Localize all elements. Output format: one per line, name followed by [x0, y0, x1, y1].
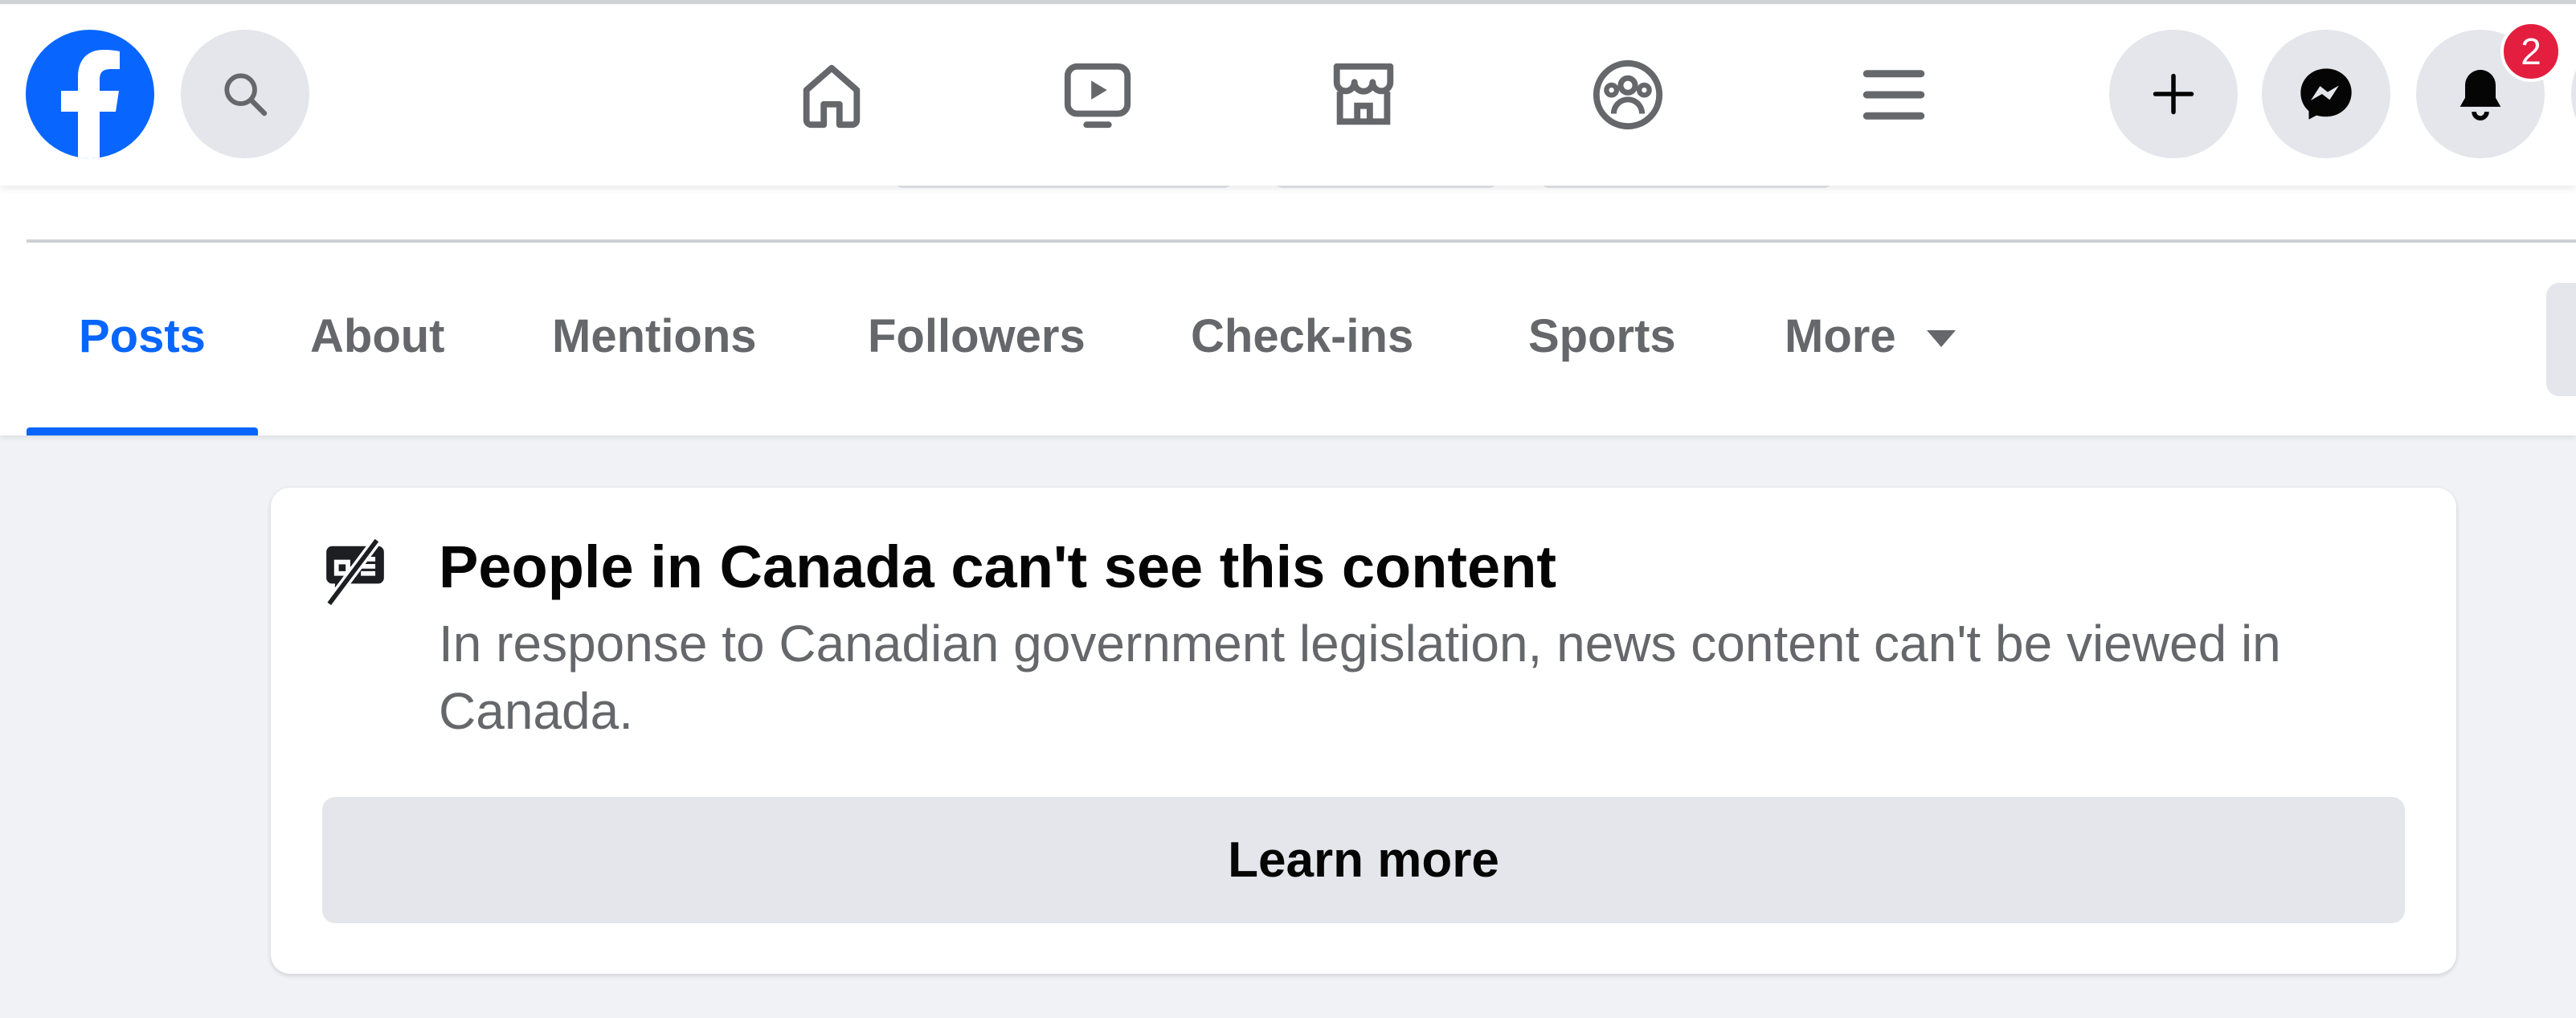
plus-icon [2153, 73, 2194, 115]
tab-mentions[interactable]: Mentions [552, 309, 757, 363]
news-blocked-icon [321, 537, 390, 611]
nav-home[interactable] [791, 55, 872, 135]
learn-more-button[interactable]: Learn more [322, 797, 2405, 923]
menu-icon [1862, 70, 1925, 120]
tab-bar-action-button[interactable] [2546, 283, 2576, 396]
divider [27, 239, 2576, 243]
nav-groups[interactable] [1588, 55, 1668, 135]
tab-more[interactable]: More [1785, 309, 1956, 363]
notice-body: In response to Canadian government legis… [439, 615, 2281, 740]
bell-icon [2459, 69, 2501, 121]
create-button[interactable] [2109, 30, 2238, 158]
nav-marketplace[interactable] [1323, 55, 1404, 135]
groups-icon [1593, 59, 1663, 130]
tab-followers[interactable]: Followers [868, 309, 1086, 363]
tab-posts[interactable]: Posts [79, 309, 206, 363]
notice-title: People in Canada can't see this content [439, 534, 1557, 600]
account-button[interactable] [2571, 30, 2576, 158]
nav-menu[interactable] [1854, 55, 1934, 135]
search-button[interactable] [181, 30, 309, 158]
window-top-border [0, 0, 2576, 6]
caret-down-icon [1926, 329, 1956, 347]
search-icon [224, 73, 268, 117]
tab-check-ins[interactable]: Check-ins [1191, 309, 1413, 363]
video-icon [1064, 63, 1131, 129]
active-tab-indicator [27, 427, 258, 435]
tab-about[interactable]: About [310, 309, 445, 363]
messenger-button[interactable] [2262, 30, 2390, 158]
tab-more-label: More [1785, 310, 1896, 362]
messenger-icon [2300, 68, 2352, 120]
top-navigation-bar: 2 [0, 6, 2576, 186]
tab-sports[interactable]: Sports [1528, 309, 1676, 363]
content-unavailable-notice: People in Canada can't see this content … [271, 488, 2456, 974]
facebook-logo[interactable] [26, 30, 154, 158]
marketplace-icon [1333, 63, 1394, 125]
notification-badge: 2 [2500, 21, 2562, 82]
home-icon [803, 64, 861, 129]
nav-video[interactable] [1057, 55, 1138, 135]
